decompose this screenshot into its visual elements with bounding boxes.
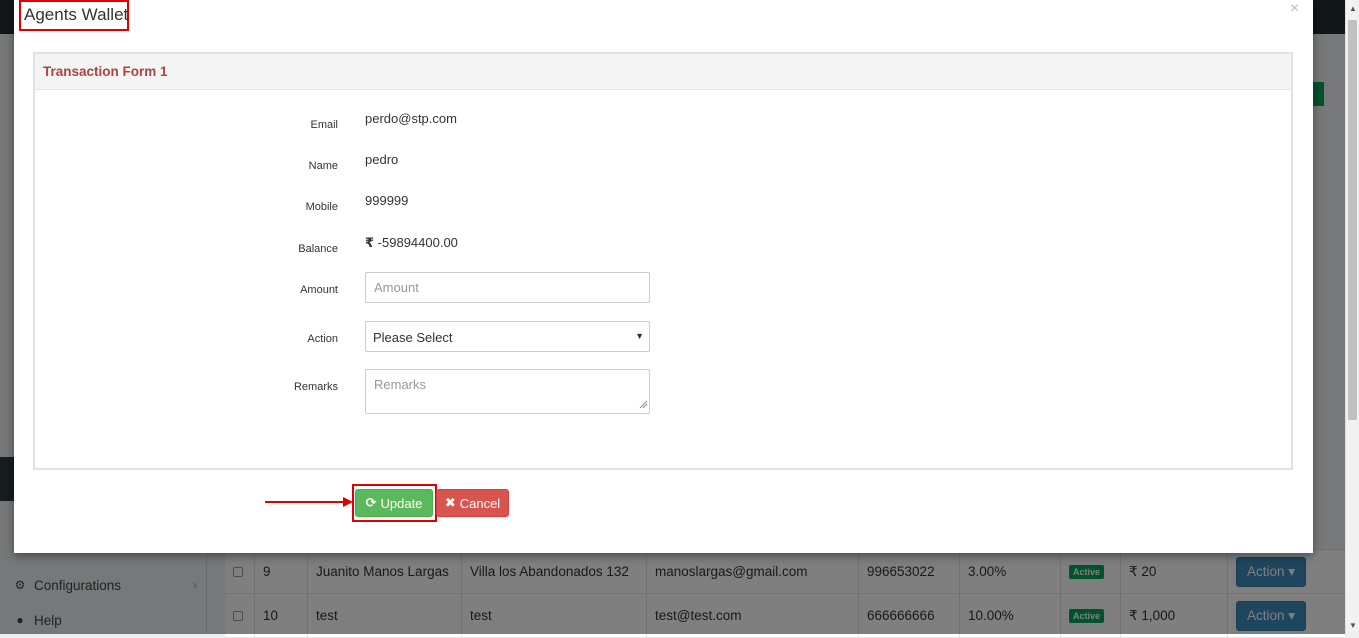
name-label: Name: [308, 160, 338, 172]
agents-wallet-modal: Agents Wallet × Transaction Form 1 Email…: [14, 0, 1313, 553]
update-button[interactable]: ⟳ Update: [355, 489, 433, 517]
scroll-up-icon[interactable]: ▲: [1349, 4, 1357, 13]
remarks-textarea[interactable]: [365, 369, 650, 414]
close-icon: ✖: [444, 495, 456, 510]
annotation-arrow: [265, 497, 353, 507]
remarks-label: Remarks: [293, 381, 338, 393]
caret-down-icon: ▼: [635, 331, 644, 341]
email-label: Email: [310, 119, 338, 131]
transaction-form-panel: Transaction Form 1 Email perdo@stp.com N…: [33, 52, 1293, 470]
rupee-icon: ₹: [365, 235, 375, 250]
scrollbar-thumb[interactable]: [1348, 20, 1357, 420]
action-label: Action: [307, 333, 338, 345]
balance-value: ₹ -59894400.00: [365, 235, 458, 251]
update-button-label: Update: [380, 495, 423, 511]
mobile-value: 999999: [365, 193, 409, 208]
modal-title: Agents Wallet: [24, 5, 129, 24]
action-selected-value: Please Select: [373, 330, 453, 345]
panel-title: Transaction Form 1: [35, 54, 1291, 90]
scroll-down-icon[interactable]: ▼: [1349, 621, 1357, 630]
amount-input[interactable]: [365, 272, 650, 303]
balance-amount: -59894400.00: [377, 235, 458, 250]
close-icon[interactable]: ×: [1290, 0, 1299, 18]
name-value: pedro: [365, 152, 399, 167]
cancel-button[interactable]: ✖ Cancel: [436, 489, 509, 517]
balance-label: Balance: [298, 243, 338, 255]
refresh-icon: ⟳: [365, 495, 377, 510]
cancel-button-label: Cancel: [459, 495, 501, 511]
email-value: perdo@stp.com: [365, 111, 457, 126]
resize-grip-icon[interactable]: [639, 400, 648, 409]
mobile-label: Mobile: [305, 201, 338, 213]
amount-label: Amount: [300, 284, 338, 296]
page-scrollbar[interactable]: ▲ ▼: [1345, 0, 1359, 634]
action-select[interactable]: Please Select ▼: [365, 321, 650, 352]
